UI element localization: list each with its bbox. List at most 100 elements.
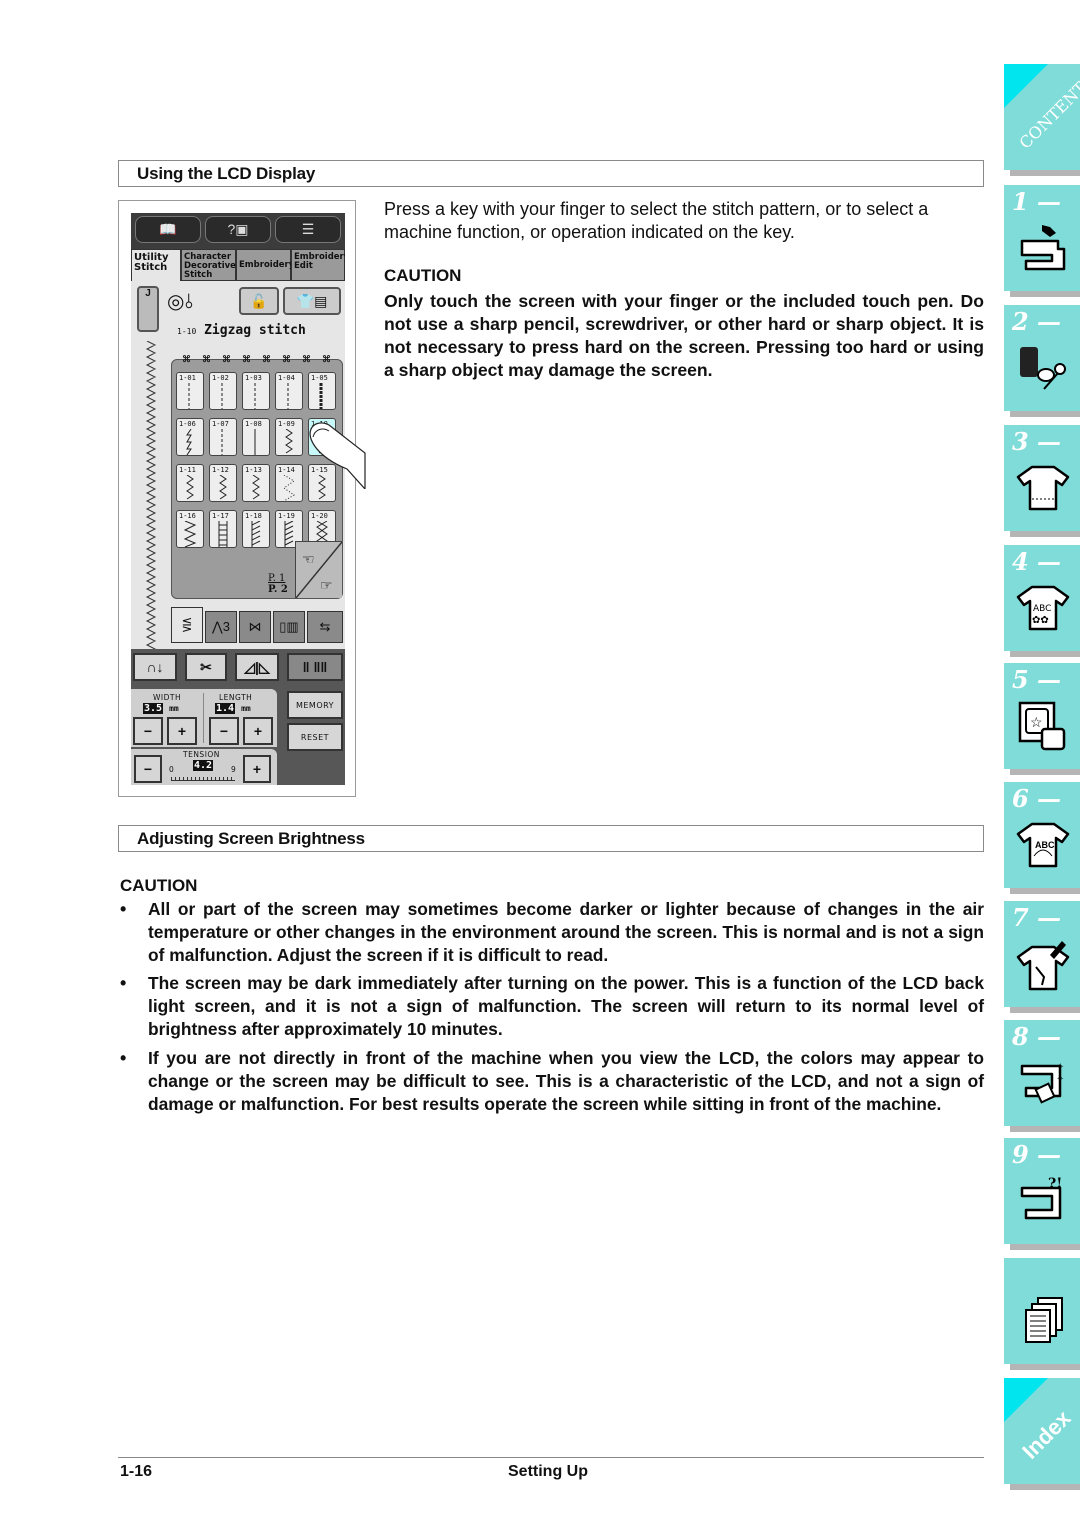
width-decrease-button[interactable]: − xyxy=(133,717,163,745)
binder-ring-icon: ⌘ xyxy=(202,354,211,364)
stitch-key-1-03[interactable]: 1-03 xyxy=(242,372,270,410)
stitch-pattern-icon xyxy=(218,521,228,547)
tab-shadow xyxy=(1010,1484,1080,1490)
stitch-key-label: 1-05 xyxy=(311,374,328,382)
sewing-machine-maintenance-icon: ✧✧ xyxy=(1020,1062,1064,1104)
svg-text:☞: ☞ xyxy=(320,577,333,593)
stitch-key-1-02[interactable]: 1-02 xyxy=(209,372,237,410)
chapter-tab[interactable]: 2 — xyxy=(1004,305,1080,411)
bullet-text: All or part of the screen may sometimes … xyxy=(148,899,984,965)
scissors-icon: ✂ xyxy=(200,658,212,675)
stitch-key-label: 1-20 xyxy=(311,512,328,520)
shirt-stitch-icon xyxy=(1016,465,1070,511)
stitch-key-1-18[interactable]: 1-18 xyxy=(242,510,270,548)
reset-button[interactable]: RESET xyxy=(287,723,343,751)
tension-increase-button[interactable]: + xyxy=(243,755,271,783)
tab-corner-marker xyxy=(1004,64,1048,108)
lcd-screen: 📖 ?▣ ☰ Utility Stitch Character Decorati… xyxy=(131,213,345,785)
length-increase-button[interactable]: + xyxy=(243,717,273,745)
chapter-tab[interactable]: 3 — xyxy=(1004,425,1080,531)
tension-scale[interactable] xyxy=(171,777,235,781)
section-title: Adjusting Screen Brightness xyxy=(137,829,365,848)
chapter-tab[interactable]: 5 — ☆ xyxy=(1004,663,1080,769)
mirror-icon: ◿|◺ xyxy=(244,658,270,675)
category-tab-buttonhole[interactable]: ▯▥ xyxy=(273,611,305,643)
chapter-tab[interactable]: 7 — xyxy=(1004,901,1080,1007)
stitch-key-1-01[interactable]: 1-01 xyxy=(176,372,204,410)
tab-embroidery-edit[interactable]: Embroidery Edit xyxy=(291,249,345,281)
binder-ring-icon: ⌘ xyxy=(302,354,311,364)
reverse-stitch-key[interactable]: ∩↓ xyxy=(133,653,177,681)
stitch-key-1-09[interactable]: 1-09 xyxy=(275,418,303,456)
tab-shadow xyxy=(1010,170,1080,176)
svg-text:ABC: ABC xyxy=(1033,604,1051,614)
stitch-key-1-07[interactable]: 1-07 xyxy=(209,418,237,456)
stitch-pattern-icon xyxy=(285,429,293,454)
tab-shadow xyxy=(1010,1007,1080,1013)
needle-mode-key[interactable]: ‖ ‖‖ xyxy=(287,653,343,681)
svg-text:✧: ✧ xyxy=(1056,1062,1064,1073)
checklist-icon[interactable]: ☰ xyxy=(275,216,341,243)
presser-foot-icon: J xyxy=(137,286,159,332)
tab-character-decorative[interactable]: Character Decorative Stitch xyxy=(181,249,236,281)
index-tab[interactable]: Index xyxy=(1004,1378,1080,1484)
category-tab-decorative[interactable]: ⋈ xyxy=(239,611,271,643)
tab-utility-stitch[interactable]: Utility Stitch xyxy=(131,249,181,281)
stitch-key-label: 1-03 xyxy=(245,374,262,382)
svg-text:?!: ?! xyxy=(1048,1176,1062,1192)
stitch-key-label: 1-06 xyxy=(179,420,196,428)
stitch-key-1-17[interactable]: 1-17 xyxy=(209,510,237,548)
chapter-number: 6 — xyxy=(1012,784,1062,813)
category-tab-sideways[interactable]: ⇆ xyxy=(307,611,343,643)
stitch-pattern-icon xyxy=(219,475,227,500)
tab-embroidery[interactable]: Embroidery xyxy=(236,249,294,281)
mirror-key[interactable]: ◿|◺ xyxy=(235,653,279,681)
width-increase-button[interactable]: + xyxy=(167,717,197,745)
tab-corner-marker xyxy=(1004,1378,1048,1422)
stitch-key-1-06[interactable]: 1-06 xyxy=(176,418,204,456)
tension-decrease-button[interactable]: − xyxy=(134,755,162,783)
binder-ring-icon: ⌘ xyxy=(282,354,291,364)
thread-cutter-key[interactable]: ✂ xyxy=(185,653,227,681)
memory-button[interactable]: MEMORY xyxy=(287,691,343,719)
chapter-tab[interactable] xyxy=(1004,1258,1080,1364)
chapter-tab[interactable]: 6 — ABC xyxy=(1004,782,1080,888)
chapter-name: Setting Up xyxy=(508,1463,588,1480)
stitch-key-1-14[interactable]: 1-14 xyxy=(275,464,303,502)
length-decrease-button[interactable]: − xyxy=(209,717,239,745)
stitch-key-1-12[interactable]: 1-12 xyxy=(209,464,237,502)
manual-book-icon[interactable]: 📖 xyxy=(135,216,201,243)
category-tab-stretch[interactable]: ⋀3 xyxy=(205,611,237,643)
lcd-screen-figure: 📖 ?▣ ☰ Utility Stitch Character Decorati… xyxy=(118,200,366,797)
tab-shadow xyxy=(1010,291,1080,297)
embroidery-frame-icon: ☆ xyxy=(1018,701,1066,751)
tab-shadow xyxy=(1010,888,1080,894)
stitch-key-label: 1-11 xyxy=(179,466,196,474)
chapter-tab[interactable]: 9 —?! xyxy=(1004,1138,1080,1244)
stitch-key-1-05[interactable]: 1-05 xyxy=(308,372,336,410)
settings-key[interactable]: 👕▤ xyxy=(283,287,341,315)
chapter-tab[interactable]: 1 — xyxy=(1004,185,1080,291)
stitch-pattern-icon xyxy=(186,475,194,500)
category-tab-utility[interactable]: ⋚ xyxy=(171,607,203,643)
help-machine-icon[interactable]: ?▣ xyxy=(205,216,271,243)
stitch-key-1-11[interactable]: 1-11 xyxy=(176,464,204,502)
bobbin-needle-icon: ◎⫰ xyxy=(167,291,194,313)
stitch-pattern-icon xyxy=(221,383,223,409)
stitch-key-1-08[interactable]: 1-08 xyxy=(242,418,270,456)
contents-tab[interactable]: CONTENTS xyxy=(1004,64,1080,170)
lock-key[interactable]: 🔓 xyxy=(239,287,279,315)
chapter-tab[interactable]: 8 — ✧ ✧ xyxy=(1004,1020,1080,1126)
stitch-pattern-icon xyxy=(183,521,197,547)
caution-label: CAUTION xyxy=(120,876,198,895)
documents-icon xyxy=(1025,1297,1063,1343)
stitch-key-label: 1-07 xyxy=(212,420,229,428)
stitch-key-1-16[interactable]: 1-16 xyxy=(176,510,204,548)
width-length-panel: WIDTH LENGTH 3.5 mm 1.4 mm − + − + xyxy=(131,689,277,747)
stitch-key-1-04[interactable]: 1-04 xyxy=(275,372,303,410)
stitch-key-1-13[interactable]: 1-13 xyxy=(242,464,270,502)
page-turn-button[interactable]: ☜ ☞ xyxy=(295,541,343,599)
caution-label: CAUTION xyxy=(384,266,462,285)
stitch-key-label: 1-01 xyxy=(179,374,196,382)
chapter-tab[interactable]: 4 — ABC ✿✿ xyxy=(1004,545,1080,651)
